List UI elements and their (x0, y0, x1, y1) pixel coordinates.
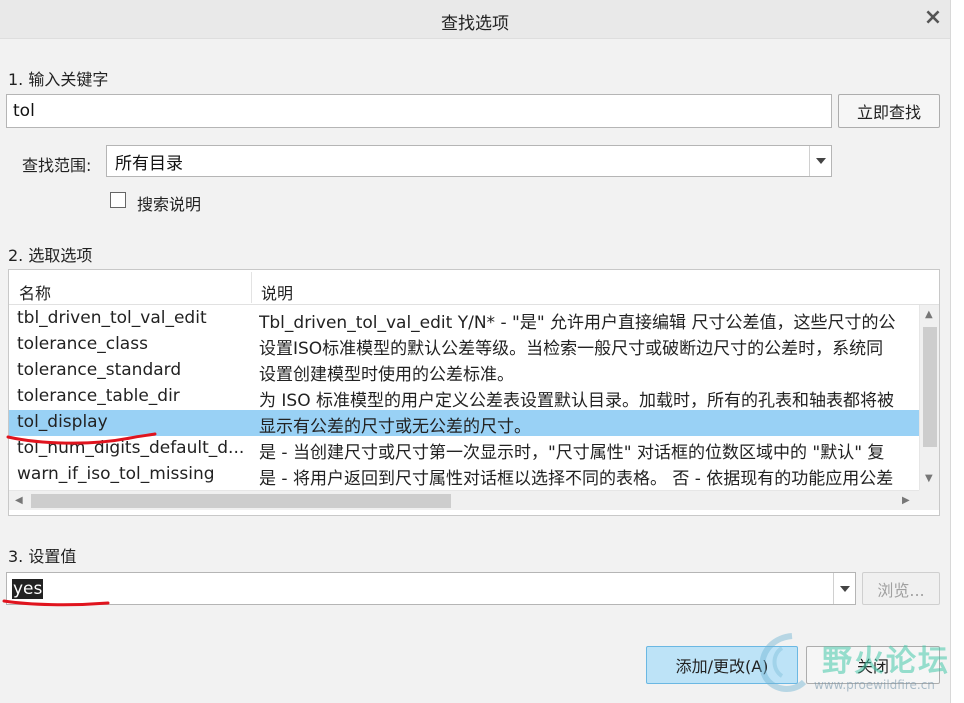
underline-yes (2, 599, 110, 607)
underline-tol-display (6, 432, 157, 445)
annotation-underlines (2, 432, 157, 607)
